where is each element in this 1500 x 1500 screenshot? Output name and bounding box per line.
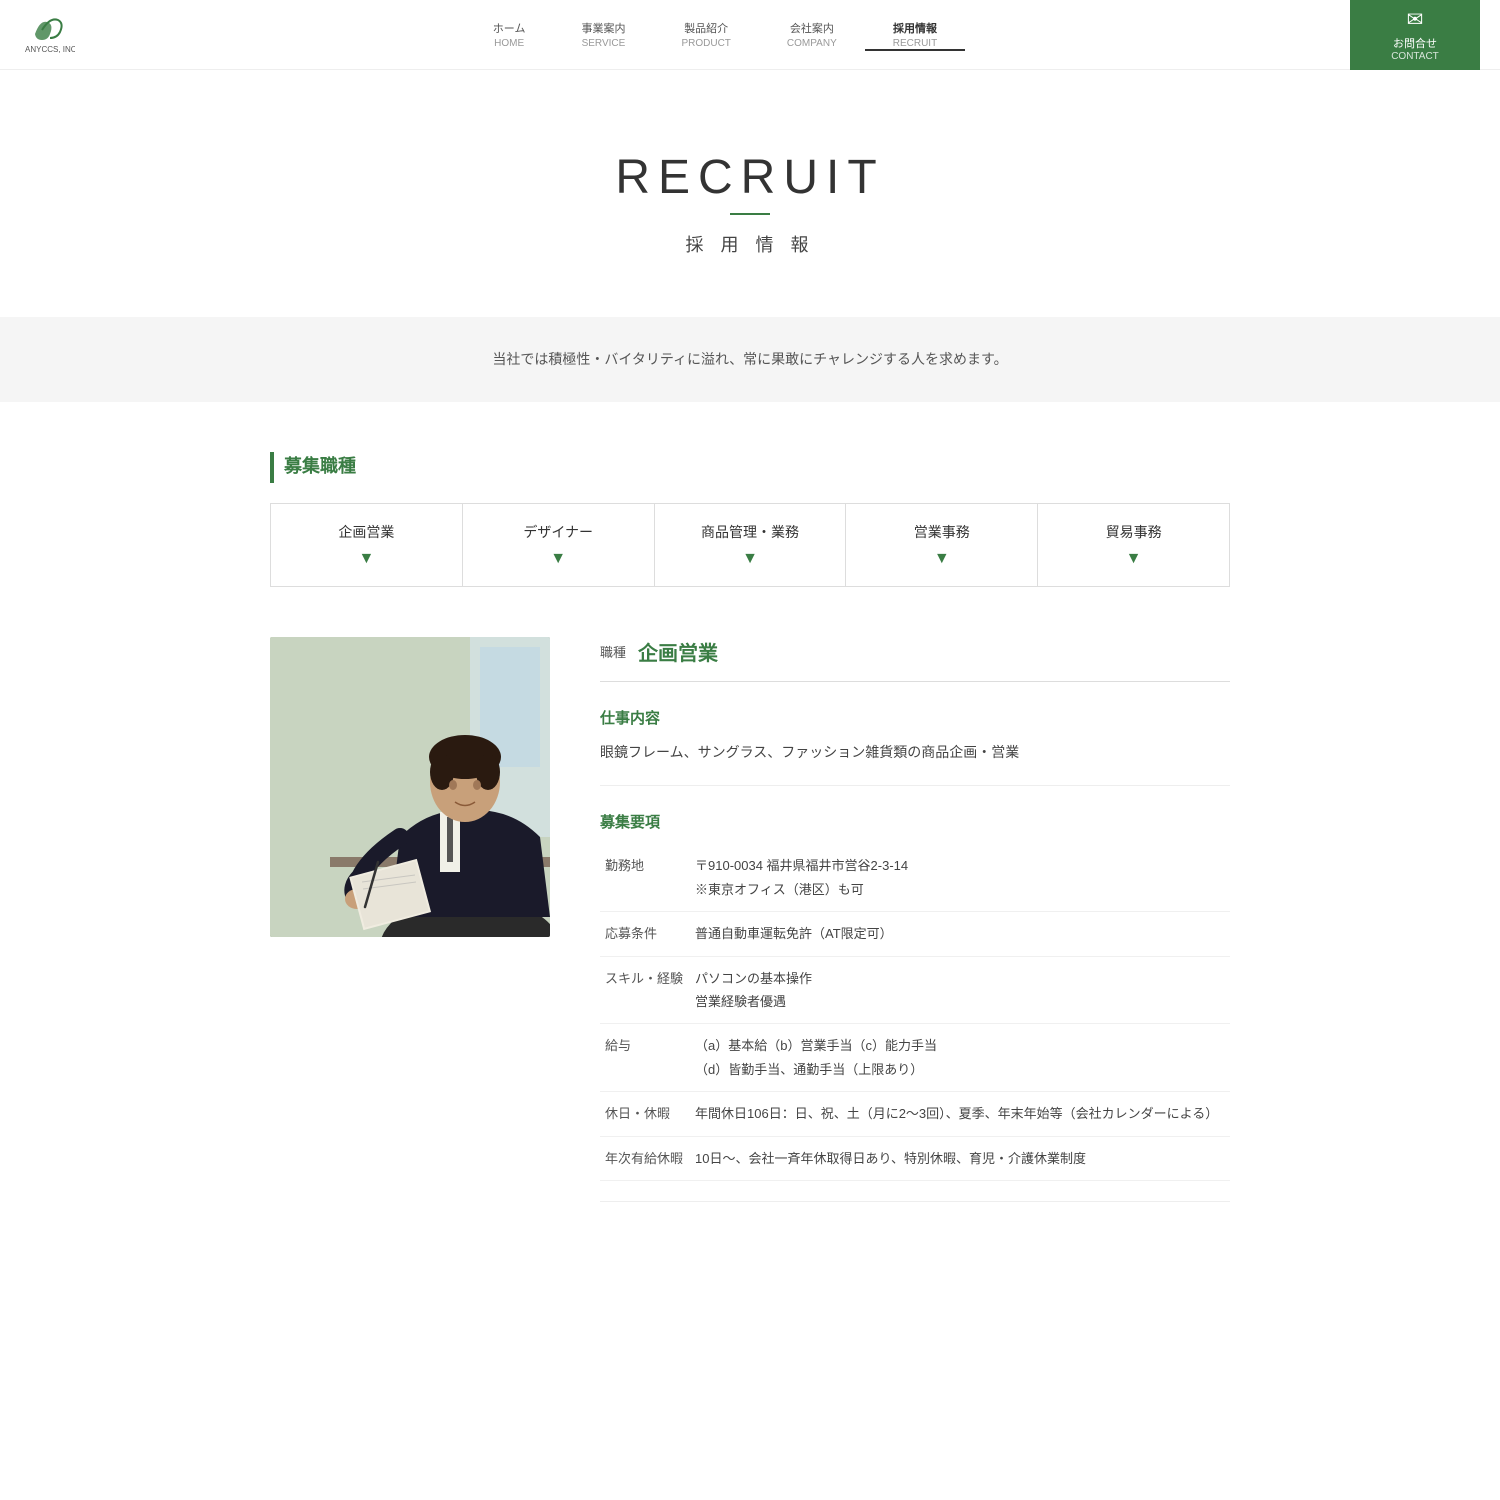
mail-icon: ✉ [1407, 7, 1424, 32]
logo[interactable]: ANYCCS, INC. [20, 12, 80, 57]
nav-service-en: SERVICE [582, 38, 626, 49]
nav-service[interactable]: 事業案内 SERVICE [553, 20, 653, 49]
nav-product-en: PRODUCT [681, 38, 730, 49]
main-content: 募集職種 企画営業 ▼ デザイナー ▼ 商品管理・業務 ▼ 営業事務 ▼ 貿易事… [250, 402, 1250, 1277]
nav-recruit-ja: 採用情報 [893, 20, 937, 36]
nav-company-en: COMPANY [787, 38, 837, 49]
requirements-section-title: 募集要項 [600, 811, 1230, 832]
hero-title-ja: 採 用 情 報 [20, 231, 1480, 257]
contact-label-en: CONTACT [1391, 51, 1439, 62]
nav-recruit-en: RECRUIT [893, 38, 937, 49]
tab-designer[interactable]: デザイナー ▼ [463, 504, 655, 586]
req-label: 給与 [600, 1024, 690, 1092]
table-row: 年次有給休暇10日～、会社一斉年休取得日あり、特別休暇、育児・介護休業制度 [600, 1136, 1230, 1180]
banner: 当社では積極性・バイタリティに溢れ、常に果敢にチャレンジする人を求めます。 [0, 317, 1500, 402]
work-section-content: 眼鏡フレーム、サングラス、ファッション雑貨類の商品企画・営業 [600, 740, 1230, 765]
contact-button[interactable]: ✉ お問合せ CONTACT [1350, 0, 1480, 70]
job-tabs: 企画営業 ▼ デザイナー ▼ 商品管理・業務 ▼ 営業事務 ▼ 貿易事務 ▼ [270, 503, 1230, 587]
hero-title-en: RECRUIT [20, 150, 1480, 205]
contact-label-ja: お問合せ [1393, 35, 1437, 51]
table-row: 応募条件普通自動車運転免許（AT限定可） [600, 912, 1230, 956]
nav-product-ja: 製品紹介 [684, 20, 728, 36]
tab-boueki-jimu-label: 貿易事務 [1106, 522, 1162, 542]
job-detail: 職種 企画営業 仕事内容 眼鏡フレーム、サングラス、ファッション雑貨類の商品企画… [270, 637, 1230, 1227]
requirements-table: 勤務地〒910-0034 福井県福井市営谷2-3-14※東京オフィス（港区）も可… [600, 844, 1230, 1181]
req-label: 休日・休暇 [600, 1092, 690, 1136]
main-nav: ホーム HOME 事業案内 SERVICE 製品紹介 PRODUCT 会社案内 … [465, 20, 965, 49]
nav-home-en: HOME [494, 38, 524, 49]
tab-kikaku-eigyo[interactable]: 企画営業 ▼ [271, 504, 463, 586]
tab-boueki-jimu-arrow-icon: ▼ [1126, 550, 1142, 568]
tab-eigyo-jimu[interactable]: 営業事務 ▼ [846, 504, 1038, 586]
tab-kikaku-eigyo-arrow-icon: ▼ [358, 550, 374, 568]
req-value: （a）基本給（b）営業手当（c）能力手当（d）皆勤手当、通勤手当（上限あり） [690, 1024, 1230, 1092]
job-type-label: 職種 [600, 642, 626, 661]
nav-company-ja: 会社案内 [790, 20, 834, 36]
job-type-name: 企画営業 [638, 637, 718, 666]
job-photo-image [270, 637, 550, 937]
tab-shohin-kanri-arrow-icon: ▼ [742, 550, 758, 568]
jobs-section-title: 募集職種 [270, 452, 1230, 483]
req-value: 普通自動車運転免許（AT限定可） [690, 912, 1230, 956]
tab-eigyo-jimu-label: 営業事務 [914, 522, 970, 542]
job-photo [270, 637, 550, 1227]
req-label: 年次有給休暇 [600, 1136, 690, 1180]
nav-company[interactable]: 会社案内 COMPANY [759, 20, 865, 49]
req-value: 〒910-0034 福井県福井市営谷2-3-14※東京オフィス（港区）も可 [690, 844, 1230, 911]
tab-eigyo-jimu-arrow-icon: ▼ [934, 550, 950, 568]
req-label: スキル・経験 [600, 956, 690, 1024]
tab-designer-label: デザイナー [523, 522, 593, 542]
table-row: 給与（a）基本給（b）営業手当（c）能力手当（d）皆勤手当、通勤手当（上限あり） [600, 1024, 1230, 1092]
tab-boueki-jimu[interactable]: 貿易事務 ▼ [1038, 504, 1229, 586]
banner-text: 当社では積極性・バイタリティに溢れ、常に果敢にチャレンジする人を求めます。 [20, 347, 1480, 372]
tab-designer-arrow-icon: ▼ [550, 550, 566, 568]
table-row: 休日・休暇年間休日106日：日、祝、土（月に2～3回）、夏季、年末年始等（会社カ… [600, 1092, 1230, 1136]
tab-kikaku-eigyo-label: 企画営業 [338, 522, 394, 542]
nav-home-ja: ホーム [493, 20, 526, 36]
work-section: 仕事内容 眼鏡フレーム、サングラス、ファッション雑貨類の商品企画・営業 [600, 707, 1230, 786]
hero-underline [730, 213, 770, 215]
header: ANYCCS, INC. ホーム HOME 事業案内 SERVICE 製品紹介 … [0, 0, 1500, 70]
person-illustration [270, 637, 550, 937]
table-row: 勤務地〒910-0034 福井県福井市営谷2-3-14※東京オフィス（港区）も可 [600, 844, 1230, 911]
requirements-section: 募集要項 勤務地〒910-0034 福井県福井市営谷2-3-14※東京オフィス（… [600, 811, 1230, 1202]
tab-shohin-kanri-label: 商品管理・業務 [701, 522, 799, 542]
req-label: 応募条件 [600, 912, 690, 956]
table-row: スキル・経験パソコンの基本操作営業経験者優遇 [600, 956, 1230, 1024]
work-section-title: 仕事内容 [600, 707, 1230, 728]
req-label: 勤務地 [600, 844, 690, 911]
svg-text:ANYCCS, INC.: ANYCCS, INC. [25, 45, 75, 54]
job-info: 職種 企画営業 仕事内容 眼鏡フレーム、サングラス、ファッション雑貨類の商品企画… [600, 637, 1230, 1227]
hero-section: RECRUIT 採 用 情 報 [0, 70, 1500, 317]
nav-home[interactable]: ホーム HOME [465, 20, 554, 49]
logo-mark-icon: ANYCCS, INC. [20, 12, 75, 57]
job-title-row: 職種 企画営業 [600, 637, 1230, 682]
req-value: パソコンの基本操作営業経験者優遇 [690, 956, 1230, 1024]
nav-recruit[interactable]: 採用情報 RECRUIT [865, 20, 965, 49]
nav-service-ja: 事業案内 [581, 20, 625, 36]
req-value: 10日～、会社一斉年休取得日あり、特別休暇、育児・介護休業制度 [690, 1136, 1230, 1180]
nav-product[interactable]: 製品紹介 PRODUCT [653, 20, 758, 49]
tab-shohin-kanri[interactable]: 商品管理・業務 ▼ [655, 504, 847, 586]
req-value: 年間休日106日：日、祝、土（月に2～3回）、夏季、年末年始等（会社カレンダーに… [690, 1092, 1230, 1136]
